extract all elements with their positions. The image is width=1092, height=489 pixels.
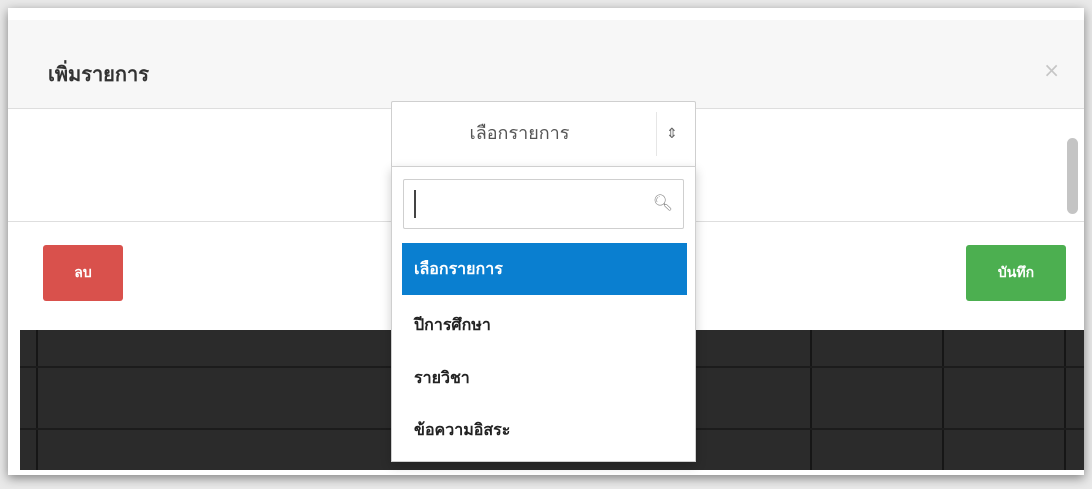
dropdown-option[interactable]: รายวิชา: [402, 352, 687, 404]
table-column-divider: [36, 330, 38, 470]
modal-scrollbar[interactable]: [1067, 138, 1078, 214]
text-cursor: [414, 190, 416, 218]
close-button[interactable]: ×: [1043, 58, 1060, 82]
save-button[interactable]: บันทึก: [966, 245, 1066, 301]
dropdown-option[interactable]: เลือกรายการ: [402, 243, 687, 295]
table-column-divider: [1064, 330, 1066, 470]
dropdown-option[interactable]: ปีการศึกษา: [402, 299, 687, 351]
modal-header: เพิ่มรายการ ×: [8, 20, 1084, 109]
modal-window: เพิ่มรายการ × ลบ บันทึก เลือกรายการ ⇕ 🔍︎…: [8, 8, 1084, 475]
dropdown-option[interactable]: ข้อความอิสระ: [402, 404, 687, 456]
search-icon: 🔍︎: [652, 193, 673, 212]
table-column-divider: [810, 330, 812, 470]
item-select[interactable]: เลือกรายการ ⇕: [391, 101, 696, 167]
select-value: เลือกรายการ: [469, 123, 570, 144]
table-column-divider: [942, 330, 944, 470]
dropdown-search-input[interactable]: 🔍︎: [403, 179, 684, 229]
select-dropdown: 🔍︎ เลือกรายการ ปีการศึกษา รายวิชา ข้อควา…: [391, 166, 696, 462]
delete-button[interactable]: ลบ: [43, 245, 123, 301]
select-arrows-icon: ⇕: [656, 112, 687, 156]
modal-title: เพิ่มรายการ: [48, 62, 149, 86]
